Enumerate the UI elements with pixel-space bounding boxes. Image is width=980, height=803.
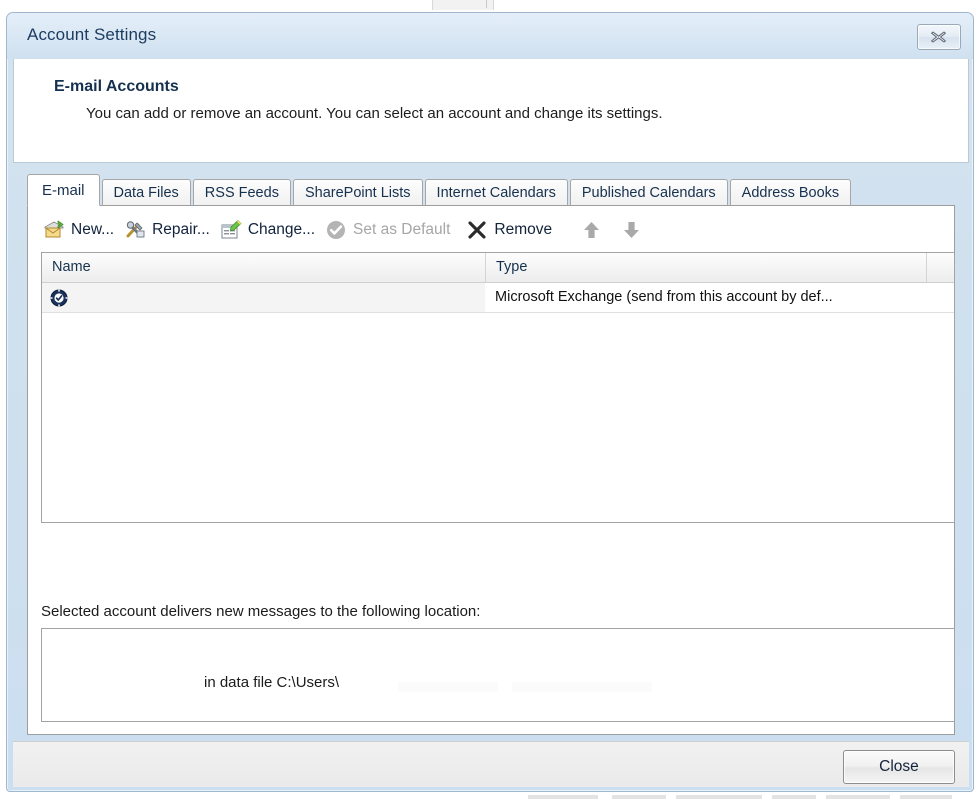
arrow-down-icon (623, 221, 640, 239)
move-down-button[interactable] (616, 215, 646, 245)
repair-account-button[interactable]: Repair... (122, 214, 218, 246)
tab-published-calendars-label: Published Calendars (582, 185, 716, 201)
remove-account-button[interactable]: Remove (464, 214, 560, 246)
move-up-button[interactable] (576, 215, 606, 245)
tab-address-books-label: Address Books (742, 185, 840, 201)
tab-strip: E-mail Data Files RSS Feeds SharePoint L… (27, 175, 955, 206)
tab-content-area: E-mail Data Files RSS Feeds SharePoint L… (27, 175, 955, 735)
account-list-header: Name Type (42, 253, 954, 283)
column-header-extra[interactable] (927, 253, 954, 282)
set-as-default-button[interactable]: Set as Default (323, 214, 458, 246)
new-account-button[interactable]: New... (41, 214, 122, 246)
new-account-label: New... (71, 221, 114, 239)
page-description: You can add or remove an account. You ca… (86, 105, 663, 122)
tab-internet-calendars[interactable]: Internet Calendars (425, 179, 568, 206)
account-name-cell (42, 289, 485, 307)
tab-rss-feeds-label: RSS Feeds (205, 185, 279, 201)
dialog-titlebar: Account Settings (7, 13, 973, 59)
account-settings-dialog: Account Settings E-mail Accounts You can… (6, 12, 974, 792)
tab-sharepoint-lists-label: SharePoint Lists (305, 185, 411, 201)
tab-email-label: E-mail (42, 182, 85, 199)
column-header-name[interactable]: Name (42, 253, 486, 282)
close-button[interactable]: Close (843, 750, 955, 784)
background-taskbar-strip (516, 792, 980, 803)
page-title: E-mail Accounts (54, 78, 179, 96)
column-header-type[interactable]: Type (486, 253, 927, 282)
account-list: Name Type (41, 252, 957, 523)
titlebar-close-button[interactable] (917, 24, 961, 50)
tab-internet-calendars-label: Internet Calendars (437, 185, 556, 201)
tab-rss-feeds[interactable]: RSS Feeds (193, 179, 291, 206)
change-account-label: Change... (248, 221, 315, 239)
repair-tools-icon (124, 219, 146, 241)
table-row[interactable]: Microsoft Exchange (send from this accou… (42, 283, 954, 313)
account-list-box: Name Type (41, 252, 955, 523)
account-type-cell: Microsoft Exchange (send from this accou… (485, 283, 954, 312)
delivery-data-file-path: in data file C:\Users\ (204, 674, 339, 691)
check-circle-icon (325, 219, 347, 241)
background-window-divider (486, 0, 487, 8)
tab-data-files-label: Data Files (114, 185, 179, 201)
redacted-path-block (512, 682, 652, 692)
background-window-tab (432, 0, 494, 10)
dialog-footer: Close (13, 741, 969, 787)
change-account-button[interactable]: Change... (218, 214, 323, 246)
change-settings-icon (220, 219, 242, 241)
close-x-icon (930, 30, 948, 44)
dialog-title: Account Settings (27, 25, 156, 45)
remove-x-icon (466, 219, 488, 241)
delivery-location-box (41, 628, 955, 722)
repair-account-label: Repair... (152, 221, 210, 239)
tab-published-calendars[interactable]: Published Calendars (570, 179, 728, 206)
set-as-default-label: Set as Default (353, 221, 450, 239)
instruction-panel: E-mail Accounts You can add or remove an… (13, 59, 969, 163)
tab-address-books[interactable]: Address Books (730, 179, 852, 206)
tab-email[interactable]: E-mail (27, 174, 100, 206)
tab-data-files[interactable]: Data Files (102, 179, 191, 206)
email-tab-panel: New... Repair... (27, 205, 955, 735)
delivery-location-label: Selected account delivers new messages t… (41, 603, 480, 620)
tab-sharepoint-lists[interactable]: SharePoint Lists (293, 179, 423, 206)
redacted-path-block (398, 682, 498, 692)
arrow-up-icon (583, 221, 600, 239)
remove-account-label: Remove (494, 221, 552, 239)
exchange-account-icon (50, 289, 68, 307)
new-mail-icon (43, 219, 65, 241)
account-toolbar: New... Repair... (28, 208, 954, 252)
